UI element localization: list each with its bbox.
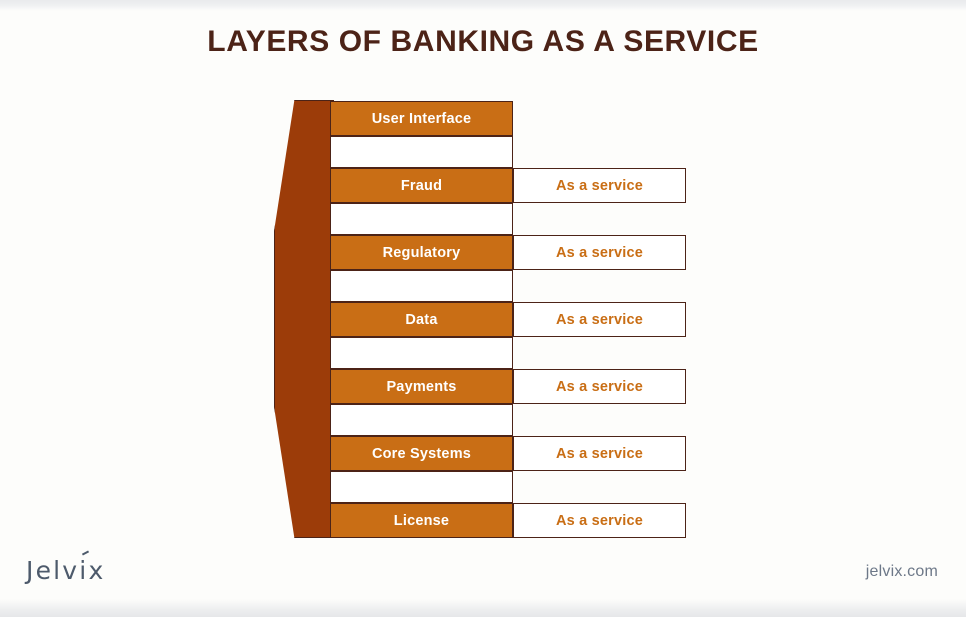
- layer-gap-spacer: [513, 337, 686, 369]
- layer-gap-spacer: [513, 136, 686, 168]
- as-a-service-box[interactable]: As a service: [513, 369, 686, 404]
- layer-gap-row: [330, 337, 686, 369]
- layer-gap-spacer: [513, 404, 686, 436]
- stack-3d-side-face: [274, 100, 334, 538]
- layer-row: Core Systems As a service: [330, 436, 686, 471]
- layers-diagram: User Interface Fraud As a service Regulator…: [0, 0, 966, 617]
- layer-gap-spacer: [513, 471, 686, 503]
- as-a-service-box[interactable]: As a service: [513, 503, 686, 538]
- layer-gap-spacer: [513, 270, 686, 302]
- layer-gap-cell: [330, 471, 513, 503]
- layer-rows-container: User Interface Fraud As a service Regulator…: [330, 101, 686, 538]
- layer-name-bar[interactable]: Data: [330, 302, 513, 337]
- layer-gap-row: [330, 136, 686, 168]
- layer-gap-spacer: [513, 203, 686, 235]
- slide-canvas: LAYERS OF BANKING AS A SERVICE User Inte…: [0, 0, 966, 617]
- layer-gap-row: [330, 203, 686, 235]
- layer-row: Regulatory As a service: [330, 235, 686, 270]
- layer-gap-cell: [330, 337, 513, 369]
- layer-name-bar[interactable]: Core Systems: [330, 436, 513, 471]
- logo-text-post: x: [88, 556, 106, 585]
- as-a-service-placeholder: [513, 101, 686, 136]
- logo-text-accent: i: [79, 556, 89, 585]
- as-a-service-box[interactable]: As a service: [513, 302, 686, 337]
- layer-gap-row: [330, 270, 686, 302]
- layer-row: User Interface: [330, 101, 686, 136]
- layer-gap-row: [330, 471, 686, 503]
- layer-gap-row: [330, 404, 686, 436]
- logo-text-pre: Jelv: [26, 556, 80, 585]
- as-a-service-box[interactable]: As a service: [513, 436, 686, 471]
- layer-name-bar[interactable]: Fraud: [330, 168, 513, 203]
- layer-name-bar[interactable]: Regulatory: [330, 235, 513, 270]
- as-a-service-box[interactable]: As a service: [513, 235, 686, 270]
- layer-gap-cell: [330, 270, 513, 302]
- layer-name-bar[interactable]: User Interface: [330, 101, 513, 136]
- layer-row: License As a service: [330, 503, 686, 538]
- layer-row: Data As a service: [330, 302, 686, 337]
- layer-row: Payments As a service: [330, 369, 686, 404]
- layer-gap-cell: [330, 404, 513, 436]
- jelvix-logo: Jelvix: [26, 556, 105, 585]
- layer-name-bar[interactable]: Payments: [330, 369, 513, 404]
- layer-name-bar[interactable]: License: [330, 503, 513, 538]
- as-a-service-box[interactable]: As a service: [513, 168, 686, 203]
- layer-gap-cell: [330, 136, 513, 168]
- website-link[interactable]: jelvix.com: [866, 563, 938, 581]
- layer-row: Fraud As a service: [330, 168, 686, 203]
- layer-gap-cell: [330, 203, 513, 235]
